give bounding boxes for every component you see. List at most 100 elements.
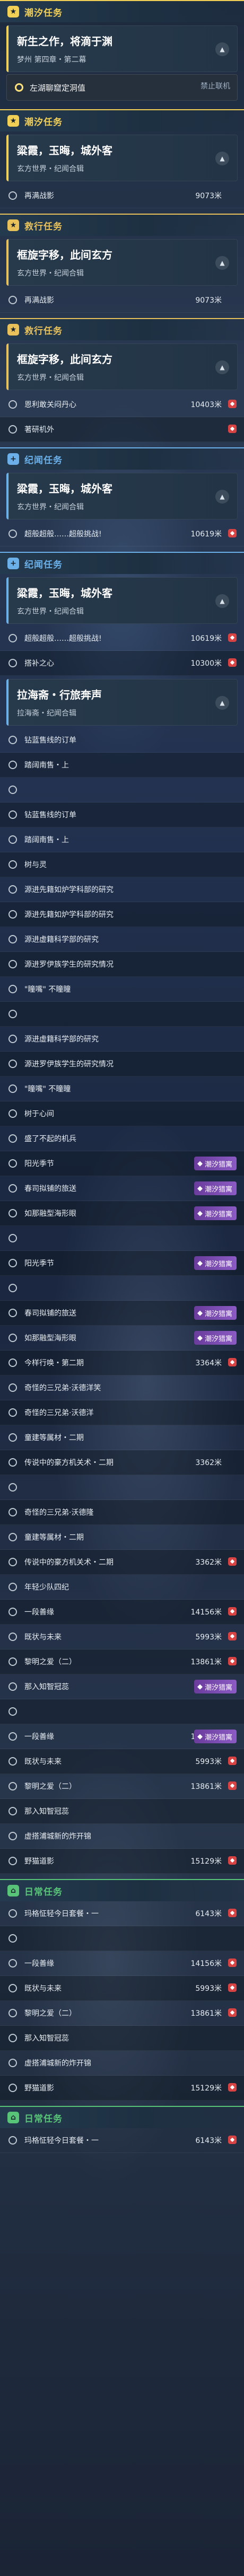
quest-step-row[interactable]: 源进虚籍科学部的研究: [0, 1027, 244, 1052]
quest-step-row[interactable]: 玛格怔轻今日套餐・一 6143米: [0, 2128, 244, 2153]
quest-step-row[interactable]: 传说中的豪方机关术・二期 3362米: [0, 1450, 244, 1475]
quest-step-row[interactable]: [0, 1226, 244, 1251]
quest-step-row[interactable]: 阳光季节 ◆ 潮汐猎寓: [0, 1151, 244, 1176]
quest-step-row[interactable]: 一段善缘 14156米: [0, 1600, 244, 1625]
track-pin-icon[interactable]: [228, 1607, 237, 1616]
quest-step-row[interactable]: 如那融型海形眼 ◆ 潮汐猎寓: [0, 1201, 244, 1226]
quest-step-row[interactable]: 踏阔南售・上: [0, 827, 244, 852]
section-header[interactable]: ⌂ 日常任务: [0, 1879, 244, 1901]
quest-step-row[interactable]: 虚搭浦城新的炸开锦: [0, 2051, 244, 2076]
track-pin-icon[interactable]: [228, 1657, 237, 1665]
quest-step-row[interactable]: 玛格怔轻今日套餐・一 6143米: [0, 1901, 244, 1926]
collapse-caret-icon[interactable]: ▲: [215, 594, 229, 608]
track-pin-icon[interactable]: [228, 1557, 237, 1566]
section-header[interactable]: + 纪闻任务: [0, 552, 244, 574]
track-pin-icon[interactable]: [228, 2083, 237, 2092]
track-pin-icon[interactable]: [228, 1632, 237, 1640]
quest-step-row[interactable]: 源进罗伊族学生的研究情况: [0, 952, 244, 977]
track-pin-icon[interactable]: [228, 1358, 237, 1366]
section-header[interactable]: ★ 救行任务: [0, 318, 244, 340]
quest-step-row[interactable]: 那入知智冠蕊: [0, 1799, 244, 1824]
quest-step-row[interactable]: [0, 1926, 244, 1951]
track-pin-icon[interactable]: [228, 2136, 237, 2144]
quest-step-row[interactable]: 著研机外: [0, 417, 244, 442]
track-pin-icon[interactable]: [228, 1757, 237, 1765]
quest-step-row[interactable]: 年轻少队四纪: [0, 1575, 244, 1600]
track-pin-icon[interactable]: [228, 400, 237, 408]
track-pin-icon[interactable]: [228, 1983, 237, 1992]
quest-step-row[interactable]: [0, 1276, 244, 1301]
quest-step-row[interactable]: 那入知智冠蕊 ◆ 潮汐猎寓: [0, 1674, 244, 1699]
quest-step-row[interactable]: 超般超般……超般挑战! 10619米: [0, 626, 244, 651]
collapse-caret-icon[interactable]: ▲: [215, 360, 229, 374]
quest-step-row[interactable]: 源进先籍如炉学科部的研究: [0, 902, 244, 927]
track-pin-icon[interactable]: [228, 1959, 237, 1967]
quest-step-row[interactable]: 既状与未来 5993米: [0, 1749, 244, 1774]
quest-step-row[interactable]: 踏阔南售・上: [0, 753, 244, 778]
quest-step-row[interactable]: [0, 1475, 244, 1500]
section-header[interactable]: ★ 潮汐任务: [0, 0, 244, 22]
quest-step-row[interactable]: 再满战影 9073米: [0, 183, 244, 208]
quest-step-row[interactable]: 野猫道影 15129米: [0, 1849, 244, 1874]
quest-step-row[interactable]: 奇怪的三兄弟·沃德洋: [0, 1400, 244, 1425]
quest-step-row[interactable]: 源进虚籍科学部的研究: [0, 927, 244, 952]
navigate-button[interactable]: 左湖聊窟定洞值 禁止联机: [6, 74, 238, 101]
section-header[interactable]: + 纪闻任务: [0, 447, 244, 470]
quest-step-row[interactable]: 源进先籍如炉学科部的研究: [0, 877, 244, 902]
quest-card[interactable]: 粱霞，玉晦，城外客 玄方世界・纪闻合辑 ▲: [6, 473, 238, 519]
quest-step-row[interactable]: 童建等属材・二期: [0, 1425, 244, 1450]
quest-step-row[interactable]: 童建等属材・二期: [0, 1525, 244, 1550]
quest-step-row[interactable]: 如那融型海形眼 ◆ 潮汐猎寓: [0, 1326, 244, 1351]
quest-step-row[interactable]: 黎明之爱（二） 13861米: [0, 1649, 244, 1674]
quest-step-row[interactable]: 阳光季节 ◆ 潮汐猎寓: [0, 1251, 244, 1276]
collapse-caret-icon[interactable]: ▲: [215, 490, 229, 504]
collapse-caret-icon[interactable]: ▲: [215, 696, 229, 710]
quest-step-row[interactable]: "瞳嘴" 不瞳瞳: [0, 1077, 244, 1101]
section-header[interactable]: ★ 潮汐任务: [0, 109, 244, 131]
quest-step-row[interactable]: 盛了不起的机兵: [0, 1126, 244, 1151]
quest-step-row[interactable]: 春司拟铺的旅送 ◆ 潮汐猎寓: [0, 1176, 244, 1201]
quest-step-row[interactable]: 再满战影 9073米: [0, 288, 244, 313]
quest-card[interactable]: 粱霞，玉晦，城外客 玄方世界・纪闻合辑 ▲: [6, 577, 238, 624]
quest-step-row[interactable]: 黎明之爱（二） 13861米: [0, 1774, 244, 1799]
quest-step-row[interactable]: 源进罗伊族学生的研究情况: [0, 1052, 244, 1077]
quest-step-row[interactable]: "瞳嘴" 不瞳瞳: [0, 977, 244, 1002]
quest-step-row[interactable]: 野猫道影 15129米: [0, 2076, 244, 2101]
quest-step-row[interactable]: 今样行唤・第二期 3364米: [0, 1351, 244, 1375]
quest-step-row[interactable]: 那入知智冠蕊: [0, 2026, 244, 2051]
track-pin-icon[interactable]: [228, 633, 237, 642]
quest-step-row[interactable]: 恩利敢关闷丹心 10403米: [0, 392, 244, 417]
quest-step-row[interactable]: [0, 778, 244, 802]
quest-step-row[interactable]: 一段善缘 14156米: [0, 1951, 244, 1976]
quest-step-row[interactable]: 超般超般……超般挑战! 10619米: [0, 522, 244, 546]
quest-card[interactable]: 框旋字移，此间玄方 玄方世界・纪闻合辑 ▲: [6, 239, 238, 286]
quest-step-row[interactable]: 春司拟铺的旅送 ◆ 潮汐猎寓: [0, 1301, 244, 1326]
track-pin-icon[interactable]: [228, 425, 237, 433]
quest-card[interactable]: 新生之作，将滴于渊 梦州 第四章・第二幕 ▲: [6, 25, 238, 72]
quest-card[interactable]: 拉海斋・行旅奔声 拉海斋・纪闻合辑 ▲: [6, 679, 238, 726]
track-pin-icon[interactable]: [228, 1909, 237, 1917]
quest-step-row[interactable]: 虚搭浦城新的炸开锦: [0, 1824, 244, 1849]
quest-step-row[interactable]: 树与灵: [0, 852, 244, 877]
quest-step-row[interactable]: 既状与未来 5993米: [0, 1625, 244, 1649]
quest-step-row[interactable]: [0, 1699, 244, 1724]
quest-step-row[interactable]: 搭补之心 10300米: [0, 651, 244, 676]
quest-step-row[interactable]: 奇怪的三兄弟·沃德隆: [0, 1500, 244, 1525]
quest-step-row[interactable]: 传说中的豪方机关术・二期 3362米: [0, 1550, 244, 1575]
collapse-caret-icon[interactable]: ▲: [215, 42, 229, 56]
quest-step-row[interactable]: 钻蓝售线的订单: [0, 728, 244, 753]
track-pin-icon[interactable]: [228, 2008, 237, 2017]
track-pin-icon[interactable]: [228, 1856, 237, 1865]
quest-step-row[interactable]: 黎明之爱（二） 13861米: [0, 2001, 244, 2026]
quest-step-row[interactable]: 树于心间: [0, 1101, 244, 1126]
quest-step-row[interactable]: [0, 1002, 244, 1027]
track-pin-icon[interactable]: [228, 1781, 237, 1790]
collapse-caret-icon[interactable]: ▲: [215, 152, 229, 165]
quest-step-row[interactable]: 奇怪的三兄弟·沃德洋笑: [0, 1375, 244, 1400]
section-header[interactable]: ★ 救行任务: [0, 214, 244, 236]
quest-step-row[interactable]: 既状与未来 5993米: [0, 1976, 244, 2001]
track-pin-icon[interactable]: [228, 658, 237, 667]
collapse-caret-icon[interactable]: ▲: [215, 256, 229, 270]
quest-card[interactable]: 粱霞，玉晦，城外客 玄方世界・纪闻合辑 ▲: [6, 135, 238, 181]
quest-step-row[interactable]: 钻蓝售线的订单: [0, 802, 244, 827]
